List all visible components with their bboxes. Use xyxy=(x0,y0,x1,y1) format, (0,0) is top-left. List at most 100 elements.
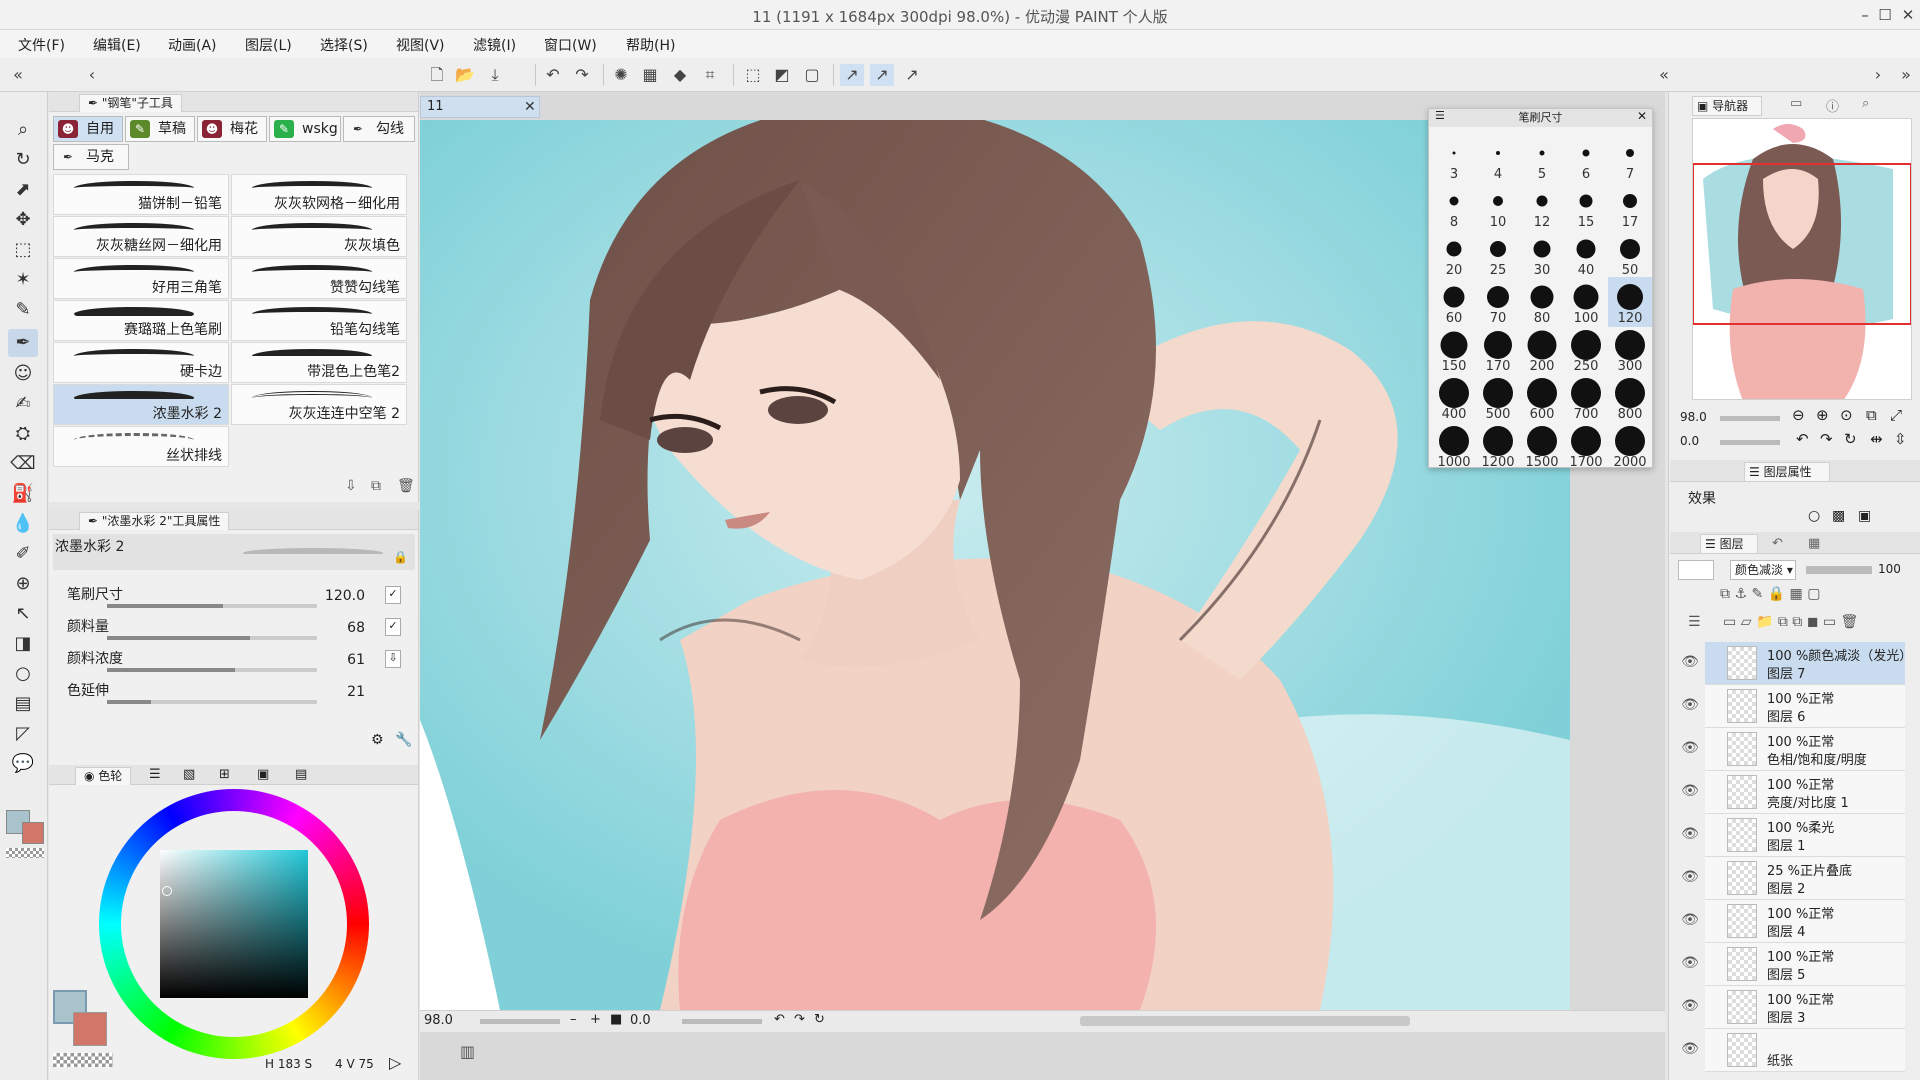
clear-icon[interactable]: ▦ xyxy=(638,64,662,86)
chevron-right-icon[interactable]: › xyxy=(1866,64,1890,86)
panel-menu-icon[interactable]: ☰ xyxy=(1435,109,1445,122)
flip-vertical-icon[interactable]: ⇳ xyxy=(1894,430,1907,448)
merge-down-icon[interactable]: ⧉ xyxy=(1792,614,1802,630)
brush-size-option[interactable]: 17 xyxy=(1608,181,1652,231)
clip-icon[interactable]: ⧉ xyxy=(1720,586,1730,602)
brush-item[interactable]: 丝状排线 xyxy=(53,426,229,467)
color-stretch-slider[interactable] xyxy=(107,700,317,704)
transparent-color-chip[interactable] xyxy=(6,848,44,858)
brush-item[interactable]: 猫饼制－铅笔 xyxy=(53,174,229,215)
paint-density-row[interactable]: 颜料浓度 61 ⇩ xyxy=(67,646,407,676)
brush-size-option[interactable]: 80 xyxy=(1520,277,1564,327)
brush-item[interactable]: 灰灰糖丝网－细化用 xyxy=(53,216,229,257)
pressure-toggle[interactable]: ⇩ xyxy=(385,650,401,668)
lock-transparency-icon[interactable]: ▦ xyxy=(1790,586,1803,602)
menu-view[interactable]: 视图(V) xyxy=(396,35,445,55)
eraser-icon[interactable]: ⌫ xyxy=(8,450,38,478)
reset-rotation-icon[interactable]: ↻ xyxy=(814,1012,825,1027)
menu-help[interactable]: 帮助(H) xyxy=(626,35,675,55)
brush-size-option[interactable]: 6 xyxy=(1564,133,1608,183)
figure-icon[interactable]: ○ xyxy=(8,660,38,688)
color-stretch-row[interactable]: 色延伸 21 xyxy=(67,678,407,708)
search-tab-icon[interactable]: ⌕ xyxy=(1862,96,1869,111)
brush-size-option[interactable]: 50 xyxy=(1608,229,1652,279)
lock-icon[interactable]: 🔒 xyxy=(393,550,408,564)
import-icon[interactable]: ⇩ xyxy=(345,478,357,494)
color-history-tab-icon[interactable]: ▤ xyxy=(295,767,307,782)
group-gouxian[interactable]: ✒ 勾线 xyxy=(343,116,415,142)
brush-size-option[interactable]: 600 xyxy=(1520,373,1564,423)
tool-property-tab[interactable]: ✒ "浓墨水彩 2"工具属性 xyxy=(79,512,230,530)
layer-row[interactable]: 100 %颜色减淡（发光） 图层 7 xyxy=(1705,642,1912,685)
transparent-swatch[interactable] xyxy=(53,1053,113,1067)
layer-color-dropdown[interactable] xyxy=(1678,560,1714,580)
operation-icon[interactable]: ⬈ xyxy=(8,176,38,204)
layer-row[interactable]: 100 %柔光 图层 1 xyxy=(1705,814,1905,857)
collapse-right-icon[interactable]: « xyxy=(1652,64,1676,86)
menu-animation[interactable]: 动画(A) xyxy=(168,35,217,55)
pressure-toggle[interactable]: ✓ xyxy=(385,586,401,604)
new-folder-icon[interactable]: 📁 xyxy=(1756,614,1773,630)
wrench-icon[interactable]: 🔧 xyxy=(395,732,412,748)
pressure-toggle[interactable]: ✓ xyxy=(385,618,401,636)
apply-mask-icon[interactable]: ▭ xyxy=(1823,614,1836,630)
brush-size-option[interactable]: 1700 xyxy=(1564,421,1608,471)
layout-icon[interactable]: ▥ xyxy=(460,1042,475,1061)
color-wheel-tab[interactable]: ◉ 色轮 xyxy=(75,767,132,785)
pencil-icon[interactable]: ☺ xyxy=(8,360,38,388)
brush-size-option[interactable]: 2000 xyxy=(1608,421,1652,471)
close-tab-icon[interactable]: ✕ xyxy=(524,96,540,118)
chevron-left-icon[interactable]: ‹ xyxy=(80,64,104,86)
brush-size-option[interactable]: 500 xyxy=(1476,373,1520,423)
layer-row[interactable]: 纸张 xyxy=(1705,1029,1905,1072)
rotate-right-icon[interactable]: ↷ xyxy=(794,1012,805,1027)
sub-color-chip[interactable] xyxy=(22,822,44,844)
transfer-down-icon[interactable]: ⧉ xyxy=(1778,614,1788,630)
approx-color-tab-icon[interactable]: ▣ xyxy=(257,767,269,782)
settings-icon[interactable]: ⚙ xyxy=(371,732,384,748)
object-icon[interactable]: ↖ xyxy=(8,600,38,628)
nav-zoom-slider[interactable] xyxy=(1720,416,1780,421)
menu-file[interactable]: 文件(F) xyxy=(18,35,65,55)
brush-size-option[interactable]: 1500 xyxy=(1520,421,1564,471)
layer-row[interactable]: 100 %正常 亮度/对比度 1 xyxy=(1705,771,1905,814)
auto-action-tab-icon[interactable]: ▦ xyxy=(1808,536,1820,551)
close-button[interactable]: ✕ xyxy=(1895,3,1920,27)
deselect-icon[interactable]: ⬚ xyxy=(741,64,765,86)
layer-panel-menu-icon[interactable]: ☰ xyxy=(1688,614,1701,630)
layer-row[interactable]: 100 %正常 图层 4 xyxy=(1705,900,1905,943)
new-raster-layer-icon[interactable]: ▭ xyxy=(1723,614,1736,630)
brush-size-option[interactable]: 3 xyxy=(1432,133,1476,183)
selection-icon[interactable]: ⬚ xyxy=(8,236,38,264)
brush-item[interactable]: 好用三角笔 xyxy=(53,258,229,299)
opacity-slider[interactable] xyxy=(1806,566,1872,574)
paint-amount-row[interactable]: 颜料量 68 ✓ xyxy=(67,614,407,644)
lock-icon[interactable]: 🔒 xyxy=(1768,586,1785,602)
balloon-icon[interactable]: 💬 xyxy=(8,750,38,778)
layer-property-tab[interactable]: ☰ 图层属性 xyxy=(1744,462,1830,482)
invert-selection-icon[interactable]: ◩ xyxy=(770,64,794,86)
layer-row[interactable]: 100 %正常 图层 5 xyxy=(1705,943,1905,986)
magic-wand-icon[interactable]: ✶ xyxy=(8,266,38,294)
delete-layer-icon[interactable]: 🗑 xyxy=(1841,614,1859,630)
draft-icon[interactable]: ✎ xyxy=(1751,586,1763,602)
rotate-left-icon[interactable]: ↶ xyxy=(1796,430,1809,448)
document-tab[interactable]: 11 xyxy=(420,96,540,118)
brush-size-option[interactable]: 800 xyxy=(1608,373,1652,423)
gradient-icon[interactable]: ◨ xyxy=(8,630,38,658)
brush-size-option[interactable]: 10 xyxy=(1476,181,1520,231)
layer-mask-icon[interactable]: ◼ xyxy=(1807,614,1819,630)
reference-icon[interactable]: ⚓ xyxy=(1734,586,1747,602)
menu-select[interactable]: 选择(S) xyxy=(320,35,368,55)
info-tab-icon[interactable]: ⓘ xyxy=(1826,96,1839,115)
sv-cursor[interactable] xyxy=(162,886,172,896)
nav-zoom-value[interactable]: 98.0 xyxy=(1680,410,1707,424)
mask-icon[interactable]: ▢ xyxy=(1807,586,1820,602)
brush-item[interactable]: 铅笔勾线笔 xyxy=(231,300,407,341)
visibility-eye-icon[interactable]: 👁 xyxy=(1680,697,1700,715)
opacity-value[interactable]: 100 xyxy=(1878,562,1901,576)
actual-size-icon[interactable]: ⊙ xyxy=(1840,406,1853,424)
duplicate-icon[interactable]: ⧉ xyxy=(371,478,381,494)
redo-icon[interactable]: ↷ xyxy=(570,64,594,86)
visibility-eye-icon[interactable]: 👁 xyxy=(1680,955,1700,973)
